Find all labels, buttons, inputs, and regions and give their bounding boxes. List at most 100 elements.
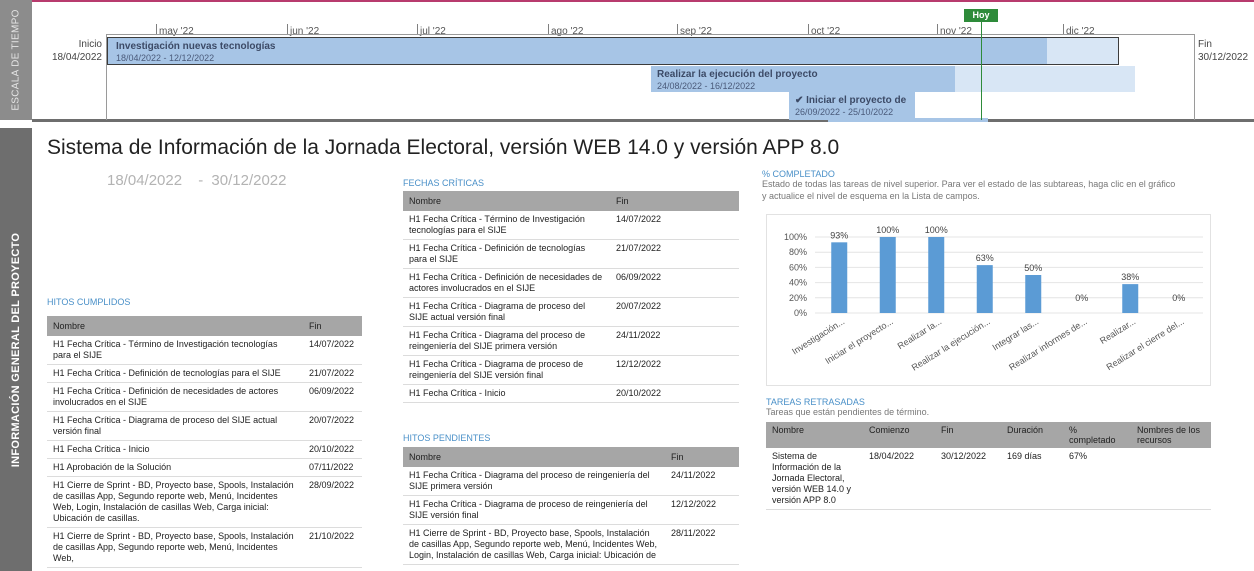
- cell-nombre: H1 Fecha Crítica - Inicio: [403, 384, 610, 403]
- today-line: [981, 22, 982, 120]
- task-dates: 24/08/2022 - 16/12/2022: [657, 81, 756, 91]
- x-tick-label: Realizar...: [1098, 316, 1137, 346]
- table-row[interactable]: H1 Fecha Crítica - Inicio 20/10/2022: [47, 440, 362, 459]
- project-title: Sistema de Información de la Jornada Ele…: [47, 136, 840, 159]
- table-row[interactable]: H1 Fecha Crítica - Término de Investigac…: [47, 336, 362, 365]
- timeline-top-border: [32, 0, 1254, 2]
- fechas-criticas-table[interactable]: Nombre Fin H1 Fecha Crítica - Término de…: [403, 191, 739, 403]
- task-bar-execution[interactable]: Realizar la ejecución del proyecto 24/08…: [651, 66, 955, 92]
- table-row[interactable]: H1 Cierre de Sprint - BD, Proyecto base,…: [47, 476, 362, 528]
- table-row[interactable]: H1 Fecha Crítica - Inicio 20/10/2022: [403, 384, 739, 403]
- column-header-fin[interactable]: Fin: [303, 316, 362, 336]
- cell-nombre: H1 Fecha Crítica - Diagrama del proceso …: [403, 326, 610, 356]
- timeline-start-label: Inicio: [78, 39, 102, 50]
- timescale-side-band: ESCALA DE TIEMPO: [0, 0, 32, 120]
- x-tick-label: Realizar la ejecución...: [910, 316, 992, 372]
- date-separator: -: [198, 172, 204, 189]
- table-row[interactable]: H1 Fecha Crítica - Diagrama de proceso d…: [403, 355, 739, 385]
- cell-nombre: H1 Fecha Crítica - Diagrama de proceso d…: [403, 297, 610, 327]
- table-row[interactable]: H1 Aprobación de la Solución 07/11/2022: [47, 458, 362, 477]
- cell-nombre: H1 Fecha Crítica - Diagrama de proceso d…: [403, 495, 665, 525]
- cell-value: 06/09/2022: [610, 268, 739, 298]
- column-header-duracion[interactable]: Duración: [1001, 422, 1063, 448]
- cell-nombre: H1 Cierre de Sprint - BD, Proyecto base,…: [47, 476, 303, 528]
- data-label: 38%: [1121, 272, 1139, 282]
- table-row[interactable]: H1 Fecha Crítica - Diagrama del proceso …: [403, 467, 739, 496]
- task-bar-research[interactable]: Investigación nuevas tecnologías 18/04/2…: [107, 37, 1119, 65]
- cell-value: 20/07/2022: [303, 411, 362, 441]
- y-tick-label: 100%: [784, 232, 807, 242]
- month-label: may '22: [159, 26, 194, 37]
- percent-complete-chart[interactable]: 100% 80% 60% 40% 20% 0% 93% Investigación... 100…: [766, 214, 1211, 386]
- y-tick-label: 80%: [789, 247, 807, 257]
- table-row[interactable]: H1 Fecha Crítica - Definición de necesid…: [47, 382, 362, 412]
- timeline-axis: [106, 34, 1194, 35]
- cell-nombre: H1 Fecha Crítica - Término de Investigac…: [47, 336, 303, 365]
- column-header-nombre[interactable]: Nombre: [403, 191, 610, 211]
- column-header-fin[interactable]: Fin: [665, 447, 739, 467]
- month-label: sep '22: [680, 26, 712, 37]
- task-title: Investigación nuevas tecnologías: [116, 41, 276, 52]
- table-row[interactable]: Sistema de Información de la Jornada Ele…: [766, 448, 1211, 510]
- column-header-fin[interactable]: Fin: [935, 422, 1001, 448]
- tareas-retrasadas-table[interactable]: Nombre Comienzo Fin Duración % completad…: [766, 422, 1211, 510]
- cell-value: 06/09/2022: [303, 382, 362, 412]
- completado-subtitle: Estado de todas las tareas de nivel supe…: [762, 179, 1176, 201]
- hitos-pendientes-table[interactable]: Nombre Fin H1 Fecha Crítica - Diagrama d…: [403, 447, 739, 565]
- month-tick: [937, 24, 938, 34]
- timeline[interactable]: may '22 jun '22 jul '22 ago '22 sep '22 oct '…: [32, 0, 1254, 122]
- column-header-fin[interactable]: Fin: [610, 191, 739, 211]
- column-header-completado[interactable]: % completado: [1063, 422, 1131, 448]
- bar: [1122, 284, 1139, 313]
- y-tick-label: 60%: [789, 262, 807, 272]
- table-row[interactable]: H1 Cierre de Sprint - BD, Proyecto base,…: [403, 524, 739, 565]
- table-row[interactable]: H1 Fecha Crítica - Diagrama de proceso d…: [47, 411, 362, 441]
- cell-value: 07/11/2022: [303, 458, 362, 477]
- data-label: 0%: [1075, 293, 1088, 303]
- cell-value: 169 días: [1001, 448, 1063, 510]
- report-page: ESCALA DE TIEMPO INFORMACIÓN GENERAL DEL…: [0, 0, 1254, 571]
- y-tick-label: 20%: [789, 293, 807, 303]
- timeline-end-label: Fin: [1198, 39, 1212, 50]
- table-row[interactable]: H1 Fecha Crítica - Definición de tecnolo…: [47, 364, 362, 383]
- table-row[interactable]: H1 Fecha Crítica - Término de Investigac…: [403, 211, 739, 240]
- bar: [976, 265, 993, 313]
- timeline-end-line: [1194, 34, 1195, 120]
- month-label: jul '22: [420, 26, 446, 37]
- table-row[interactable]: H1 Fecha Crítica - Definición de necesid…: [403, 268, 739, 298]
- table-row[interactable]: H1 Fecha Crítica - Diagrama del proceso …: [403, 326, 739, 356]
- table-row[interactable]: H1 Fecha Crítica - Definición de tecnolo…: [403, 239, 739, 269]
- task-bar-start-project[interactable]: ✔ Iniciar el proyecto de 26/09/2022 - 25…: [789, 92, 915, 120]
- cell-value: 24/11/2022: [610, 326, 739, 356]
- cell-value: [1131, 448, 1211, 510]
- column-header-nombre[interactable]: Nombre: [47, 316, 303, 336]
- column-header-nombre[interactable]: Nombre: [766, 422, 863, 448]
- month-tick: [808, 24, 809, 34]
- cell-value: 21/07/2022: [303, 364, 362, 383]
- table-header-row: Nombre Comienzo Fin Duración % completad…: [766, 422, 1211, 448]
- cell-nombre: H1 Fecha Crítica - Inicio: [47, 440, 303, 459]
- table-row[interactable]: H1 Fecha Crítica - Diagrama de proceso d…: [403, 297, 739, 327]
- cell-nombre: H1 Fecha Crítica - Definición de necesid…: [403, 268, 610, 298]
- task-bar-partial[interactable]: [828, 118, 988, 122]
- month-label: ago '22: [551, 26, 584, 37]
- cell-nombre: H1 Fecha Crítica - Definición de tecnolo…: [403, 239, 610, 269]
- project-start-date: 18/04/2022: [107, 172, 183, 189]
- hitos-cumplidos-table[interactable]: Nombre Fin H1 Fecha Crítica - Término de…: [47, 316, 362, 568]
- column-header-nombre[interactable]: Nombre: [403, 447, 665, 467]
- cell-nombre: H1 Aprobación de la Solución: [47, 458, 303, 477]
- timeline-end-date: 30/12/2022: [1198, 52, 1249, 63]
- table-row[interactable]: H1 Fecha Crítica - Diagrama de proceso d…: [403, 495, 739, 525]
- month-tick: [677, 24, 678, 34]
- task-bar-execution-remaining[interactable]: [955, 66, 1135, 92]
- cell-nombre: H1 Fecha Crítica - Definición de necesid…: [47, 382, 303, 412]
- bar: [928, 237, 945, 313]
- data-label: 100%: [876, 225, 899, 235]
- column-header-recursos[interactable]: Nombres de los recursos: [1131, 422, 1211, 448]
- cell-nombre: H1 Fecha Crítica - Diagrama de proceso d…: [403, 355, 610, 385]
- x-tick-label: Realizar la...: [896, 316, 944, 351]
- cell-value: 12/12/2022: [610, 355, 739, 385]
- table-row[interactable]: H1 Cierre de Sprint - BD, Proyecto base,…: [47, 527, 362, 568]
- column-header-comienzo[interactable]: Comienzo: [863, 422, 935, 448]
- tareas-retrasadas-subtitle: Tareas que están pendientes de término.: [766, 407, 930, 417]
